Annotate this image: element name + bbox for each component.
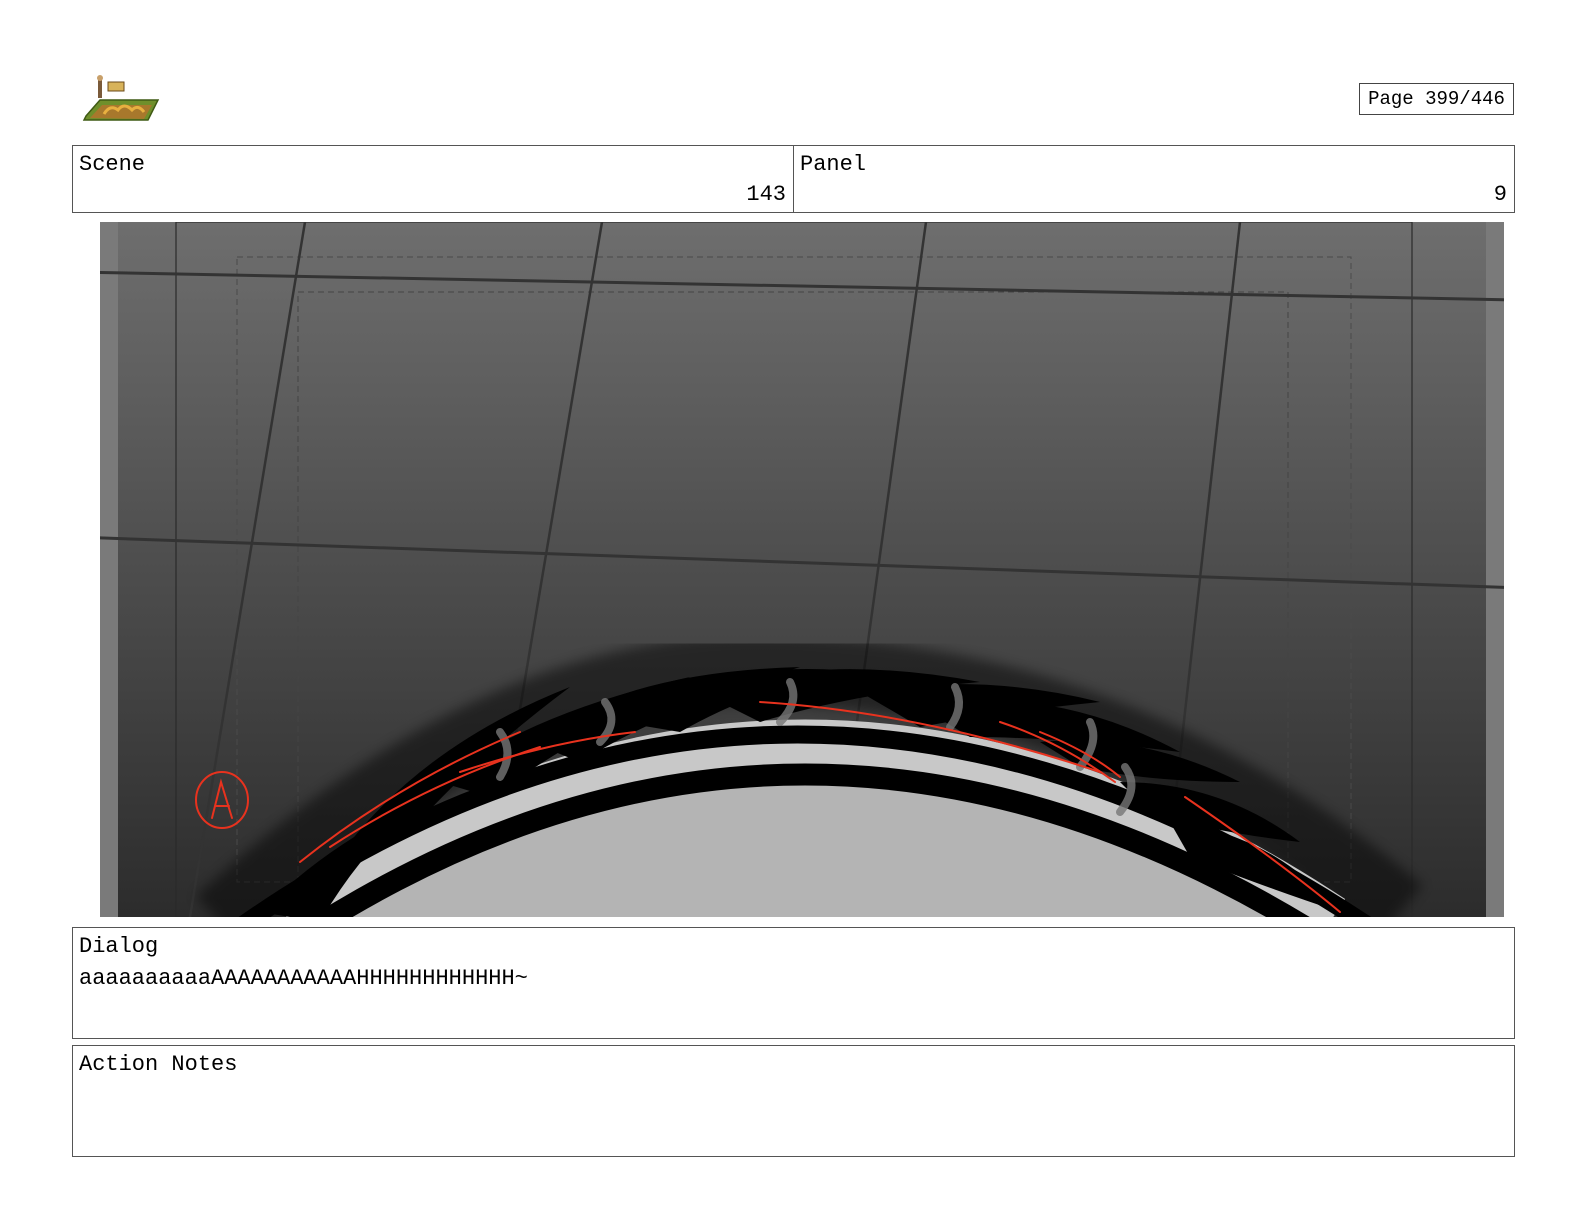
scene-number: 143 bbox=[746, 182, 786, 207]
scene-panel-header: Scene 143 Panel 9 bbox=[72, 145, 1515, 213]
storyboard-panel-image bbox=[100, 222, 1504, 917]
panel-number: 9 bbox=[1493, 182, 1507, 207]
panel-cell: Panel 9 bbox=[793, 146, 1514, 212]
logo-graphic bbox=[82, 75, 160, 121]
dialog-text: aaaaaaaaaaAAAAAAAAAAAHHHHHHHHHHHH~ bbox=[79, 966, 528, 991]
action-notes-label: Action Notes bbox=[79, 1052, 238, 1077]
panel-label: Panel bbox=[800, 152, 867, 177]
page-counter: Page 399/446 bbox=[1359, 83, 1514, 115]
left-side-band bbox=[100, 222, 118, 917]
action-notes-section: Action Notes bbox=[72, 1045, 1515, 1157]
scene-cell: Scene 143 bbox=[73, 146, 793, 212]
dialog-section: Dialog aaaaaaaaaaAAAAAAAAAAAHHHHHHHHHHHH… bbox=[72, 927, 1515, 1039]
studio-logo bbox=[82, 74, 162, 122]
right-side-band bbox=[1486, 222, 1504, 917]
panel-artwork bbox=[100, 222, 1504, 917]
scene-label: Scene bbox=[79, 152, 146, 177]
dialog-label: Dialog bbox=[79, 934, 159, 959]
